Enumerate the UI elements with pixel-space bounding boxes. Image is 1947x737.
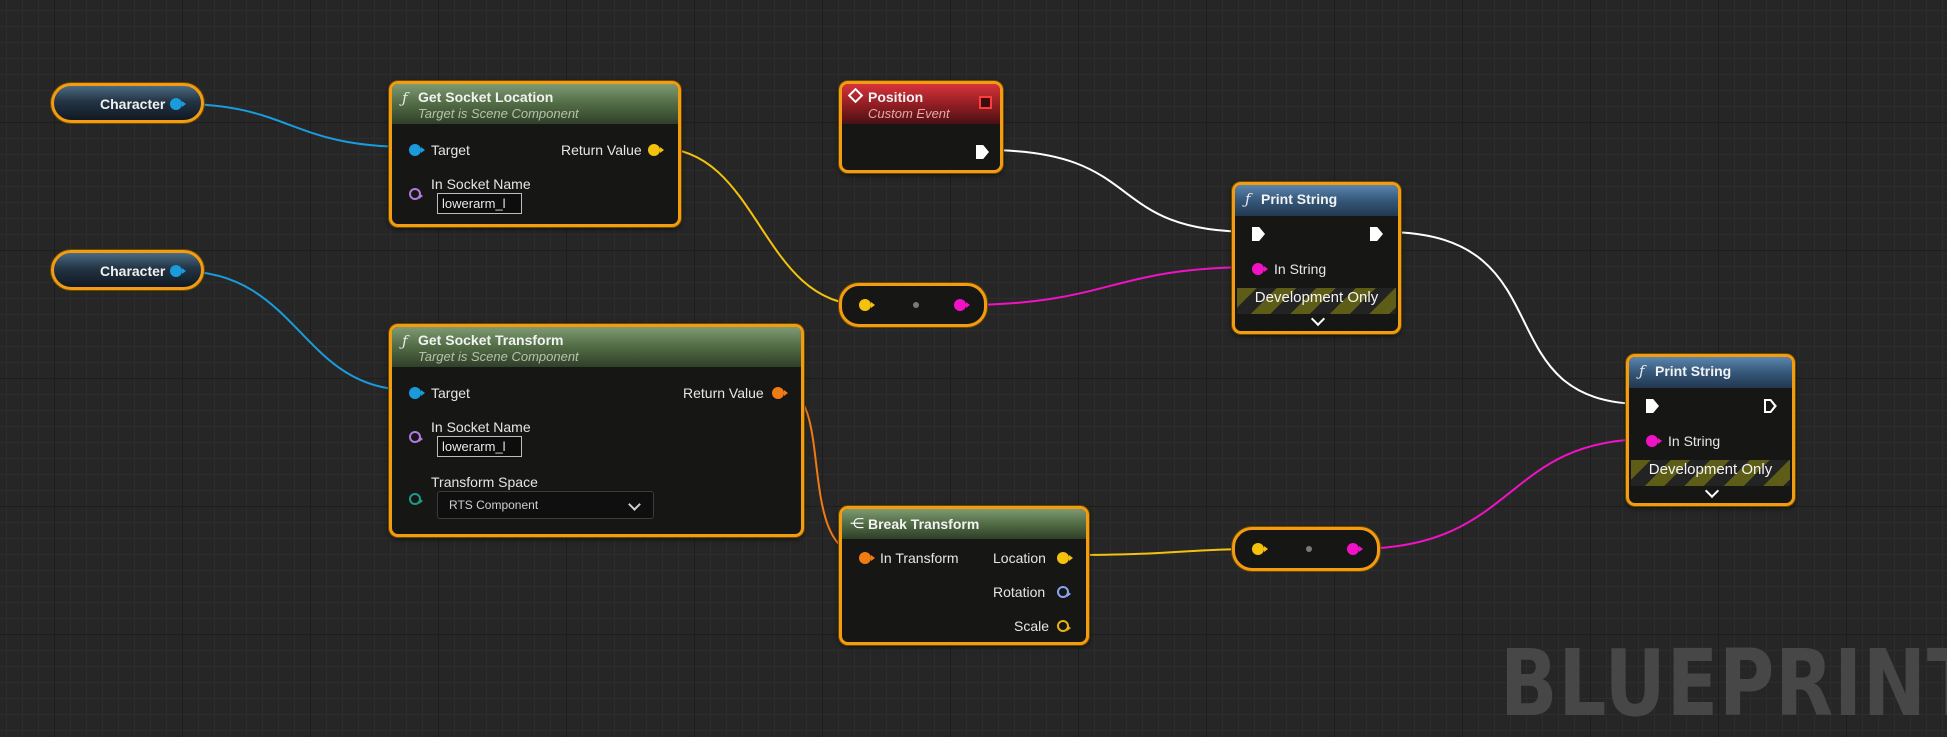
function-icon: ƒ <box>402 89 408 107</box>
position-event-node[interactable]: Position Custom Event <box>839 81 1003 173</box>
wire-convert2-to-instring2 <box>1354 438 1651 550</box>
character-output-pin[interactable] <box>170 265 186 277</box>
socket-name-input[interactable]: lowerarm_l <box>437 436 522 457</box>
function-icon: ƒ <box>1639 362 1645 380</box>
node-header: ƒ Get Socket Transform Target is Scene C… <box>392 327 801 367</box>
scale-label: Scale <box>1014 618 1050 634</box>
socket-name-input-pin[interactable] <box>409 188 423 200</box>
socket-name-input-pin[interactable] <box>409 431 423 443</box>
wire-character2-to-target <box>179 270 411 391</box>
wire-print1-exec-to-print2 <box>1384 231 1645 405</box>
get-socket-location-node[interactable]: ƒ Get Socket Location Target is Scene Co… <box>389 81 681 227</box>
node-header: ƒ Get Socket Location Target is Scene Co… <box>392 84 678 124</box>
node-title: Break Transform <box>868 516 980 532</box>
conversion-input-pin[interactable] <box>1252 543 1268 555</box>
conversion-dot-icon <box>913 302 919 308</box>
in-string-label: In String <box>1274 261 1327 277</box>
wire-location-to-convert1 <box>657 147 865 306</box>
expand-chevron-icon[interactable] <box>1704 483 1720 499</box>
in-transform-input-pin[interactable] <box>859 552 875 564</box>
conversion-dot-icon <box>1306 546 1312 552</box>
return-value-label: Return Value <box>561 142 642 158</box>
development-only-banner: Development Only <box>1237 288 1396 314</box>
transform-space-value: RTS Component <box>449 498 539 512</box>
node-header: ⋲ Break Transform <box>842 509 1086 539</box>
conversion-input-pin[interactable] <box>859 299 875 311</box>
exec-output-pin[interactable] <box>976 145 989 159</box>
socket-name-label: In Socket Name <box>431 419 531 435</box>
conversion-output-pin[interactable] <box>1347 543 1363 555</box>
character-output-pin[interactable] <box>170 98 186 110</box>
location-output-pin[interactable] <box>1057 552 1073 564</box>
character-node-1[interactable]: Character <box>51 83 204 123</box>
character-label: Character <box>100 96 166 112</box>
delegate-pin-icon[interactable] <box>979 96 992 109</box>
node-header: ƒ Print String <box>1235 185 1398 216</box>
node-subtitle: Target is Scene Component <box>418 106 579 121</box>
in-string-input-pin[interactable] <box>1646 435 1662 447</box>
expand-chevron-icon[interactable] <box>1310 311 1326 327</box>
character-label: Character <box>100 263 166 279</box>
conversion-output-pin[interactable] <box>954 299 970 311</box>
return-value-label: Return Value <box>683 385 764 401</box>
function-icon: ƒ <box>1245 190 1251 208</box>
function-icon: ƒ <box>402 332 408 350</box>
target-label: Target <box>431 385 470 401</box>
node-title: Get Socket Location <box>418 89 554 105</box>
blueprint-watermark: BLUEPRINT <box>1500 630 1947 737</box>
get-socket-transform-node[interactable]: ƒ Get Socket Transform Target is Scene C… <box>389 324 804 537</box>
scale-output-pin[interactable] <box>1057 620 1071 632</box>
return-value-output-pin[interactable] <box>648 144 664 156</box>
target-input-pin[interactable] <box>409 144 425 156</box>
rotation-label: Rotation <box>993 584 1046 600</box>
return-value-output-pin[interactable] <box>772 387 788 399</box>
exec-input-pin[interactable] <box>1646 399 1659 413</box>
print-string-node-1[interactable]: ƒ Print String In String Development Onl… <box>1232 182 1401 334</box>
node-header: ƒ Print String <box>1629 357 1792 388</box>
in-string-label: In String <box>1668 433 1721 449</box>
node-title: Print String <box>1655 363 1732 379</box>
socket-name-input[interactable]: lowerarm_l <box>437 193 522 214</box>
wire-break-location-to-convert2 <box>1067 548 1258 556</box>
exec-input-pin[interactable] <box>1252 227 1265 241</box>
break-transform-node[interactable]: ⋲ Break Transform In Transform Location … <box>839 506 1089 645</box>
exec-output-pin[interactable] <box>1764 399 1777 413</box>
chevron-down-icon <box>628 498 641 511</box>
node-title: Print String <box>1261 191 1338 207</box>
print-string-node-2[interactable]: ƒ Print String In String Development Onl… <box>1626 354 1795 506</box>
location-label: Location <box>993 550 1046 566</box>
in-string-input-pin[interactable] <box>1252 263 1268 275</box>
conversion-node-vector-to-string-2[interactable] <box>1232 527 1380 571</box>
exec-output-pin[interactable] <box>1370 227 1383 241</box>
development-only-banner: Development Only <box>1631 460 1790 486</box>
transform-space-input-pin[interactable] <box>409 493 423 505</box>
node-header: Position Custom Event <box>842 84 1000 124</box>
wire-character1-to-target <box>179 103 411 148</box>
break-struct-icon: ⋲ <box>850 515 864 531</box>
socket-name-label: In Socket Name <box>431 176 531 192</box>
event-icon <box>847 87 864 104</box>
node-title: Get Socket Transform <box>418 332 564 348</box>
rotation-output-pin[interactable] <box>1057 586 1071 598</box>
wire-event-exec-to-print1 <box>984 149 1254 233</box>
in-transform-label: In Transform <box>880 550 959 566</box>
character-node-2[interactable]: Character <box>51 250 204 290</box>
target-input-pin[interactable] <box>409 387 425 399</box>
transform-space-dropdown[interactable]: RTS Component <box>437 491 654 519</box>
node-subtitle: Target is Scene Component <box>418 349 579 364</box>
transform-space-label: Transform Space <box>431 474 538 490</box>
target-label: Target <box>431 142 470 158</box>
wire-convert1-to-instring1 <box>961 266 1258 306</box>
conversion-node-vector-to-string-1[interactable] <box>839 283 987 327</box>
